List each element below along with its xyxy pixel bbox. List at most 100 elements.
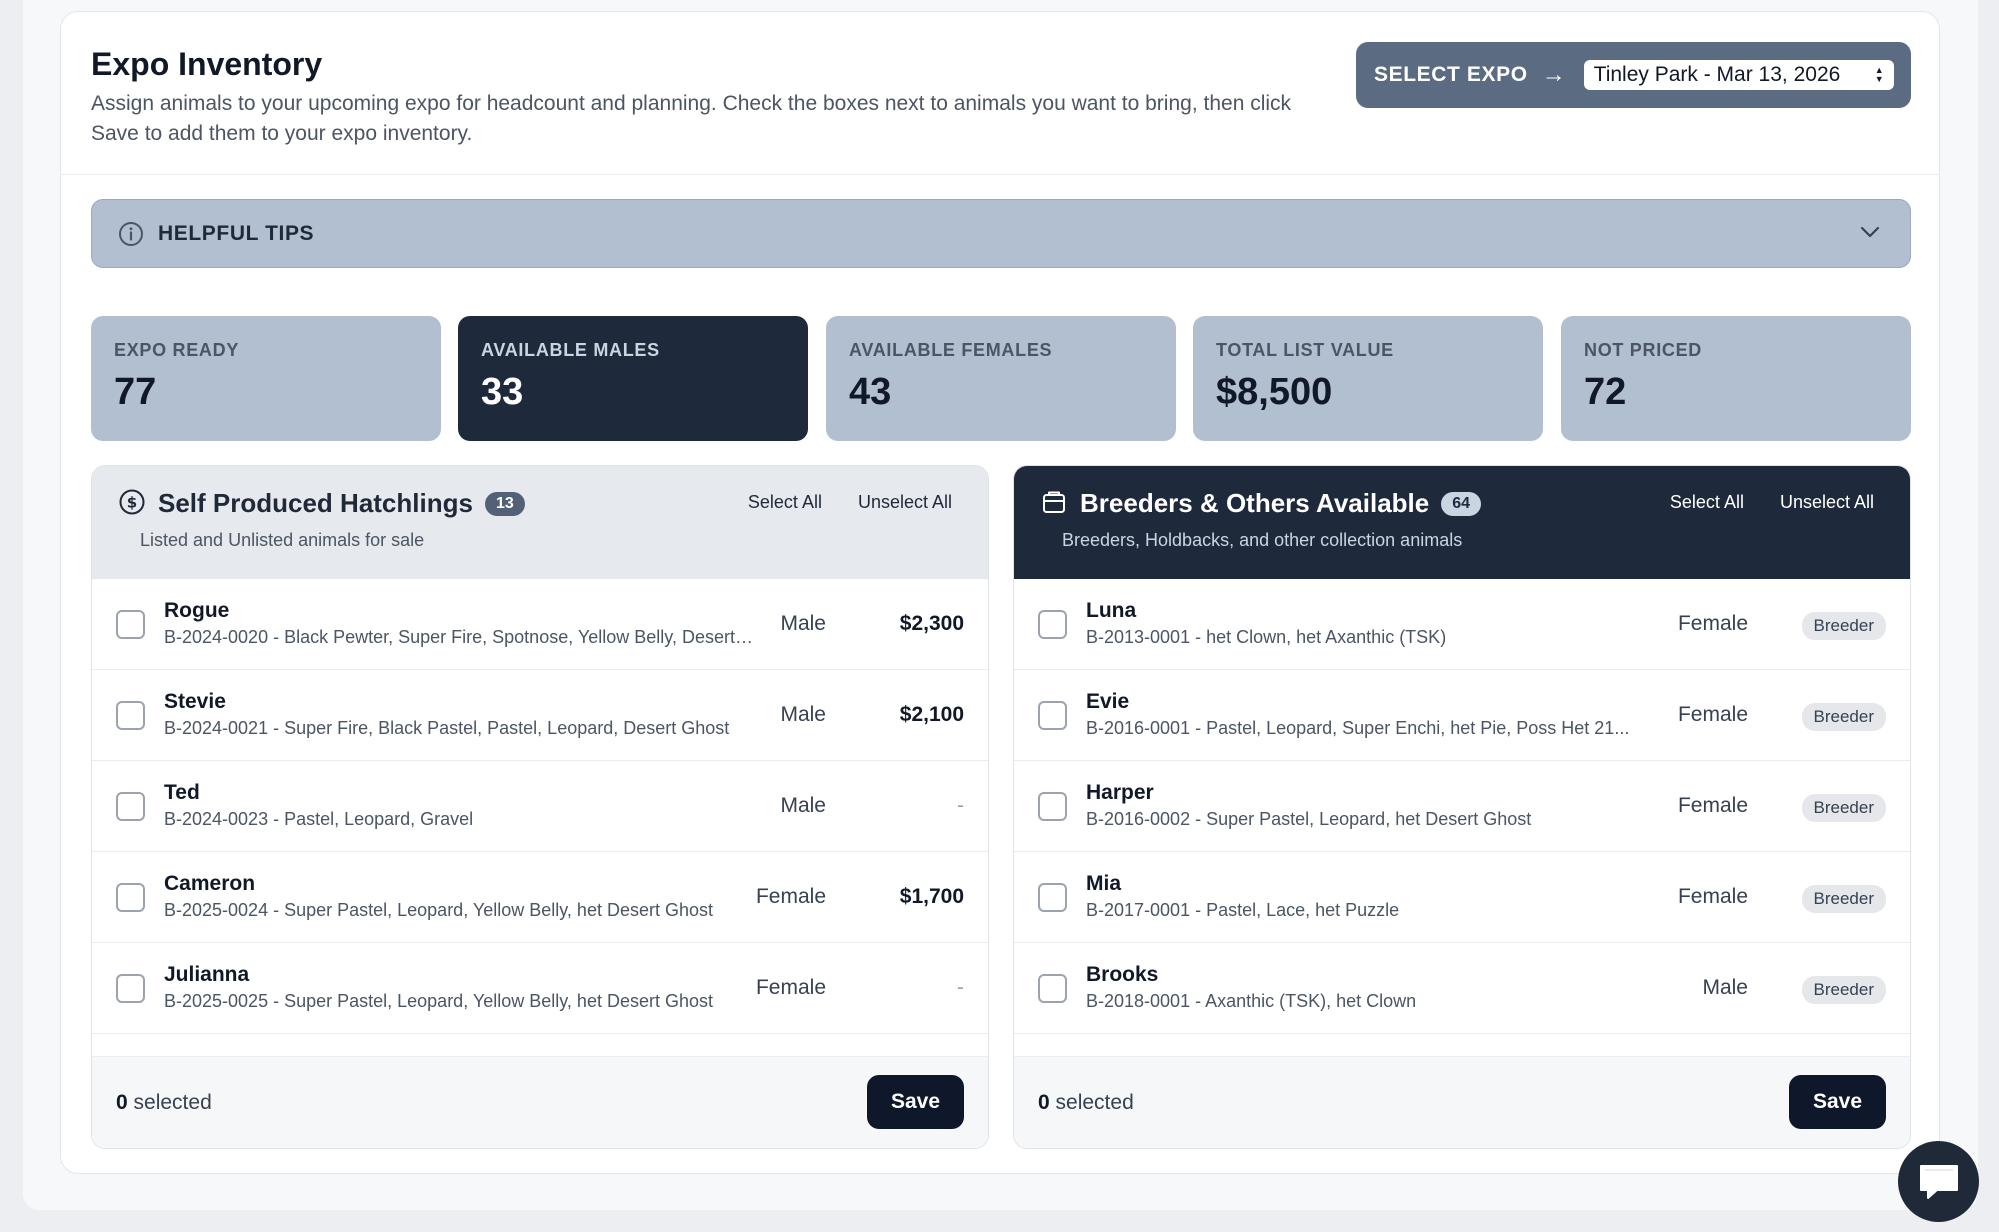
stat-label: TOTAL LIST VALUE <box>1216 340 1394 360</box>
select-checkbox[interactable] <box>1038 610 1067 639</box>
panel-actions: Select All Unselect All <box>748 492 952 513</box>
panel-title: Breeders & Others Available 64 <box>1080 488 1482 519</box>
animal-description: B-2013-0001 - het Clown, het Axanthic (T… <box>1086 627 1447 647</box>
breeder-badge: Breeder <box>1801 976 1886 1004</box>
stat-not-priced: NOT PRICED 72 <box>1561 316 1911 441</box>
animal-name: Ted <box>164 781 200 804</box>
animal-name: Evie <box>1086 690 1130 713</box>
animal-description: B-2016-0001 - Pastel, Leopard, Super Enc… <box>1086 718 1630 738</box>
animal-sex: Female <box>1677 885 1748 908</box>
select-checkbox[interactable] <box>116 883 145 912</box>
page-title: Expo Inventory <box>91 46 323 82</box>
save-button[interactable]: Save <box>867 1075 964 1129</box>
animal-price: - <box>957 976 964 999</box>
animal-description: B-2017-0001 - Pastel, Lace, het Puzzle <box>1086 900 1400 920</box>
breeders-others-panel: Breeders & Others Available 64 Breeders, … <box>1013 465 1911 1149</box>
selected-count: 0 selected <box>1038 1091 1134 1115</box>
select-checkbox[interactable] <box>116 701 145 730</box>
info-icon <box>119 221 143 246</box>
stat-value: 77 <box>114 371 157 413</box>
panel-header: $ Self Produced Hatchlings 13 Listed and … <box>92 466 988 579</box>
count-badge: 13 <box>484 492 525 516</box>
animal-description: B-2018-0001 - Axanthic (TSK), het Clown <box>1086 991 1417 1011</box>
breeder-badge: Breeder <box>1801 794 1886 822</box>
animal-sex: Female <box>1677 703 1748 726</box>
unselect-all-button[interactable]: Unselect All <box>858 492 952 513</box>
stat-label: AVAILABLE MALES <box>481 340 660 360</box>
count-badge: 64 <box>1441 492 1482 516</box>
animal-price: $1,700 <box>899 885 964 908</box>
expo-dropdown[interactable]: Tinley Park - Mar 13, 2026 ▲ ▼ <box>1583 60 1894 90</box>
select-checkbox[interactable] <box>1038 792 1067 821</box>
panel-title-text: Self Produced Hatchlings <box>158 488 473 518</box>
list-item: Ted B-2024-0023 - Pastel, Leopard, Grave… <box>92 761 988 852</box>
expo-dropdown-value: Tinley Park - Mar 13, 2026 <box>1593 63 1841 86</box>
selected-count-label: selected <box>133 1091 212 1114</box>
chat-icon <box>1919 1164 1958 1199</box>
page-description: Assign animals to your upcoming expo for… <box>91 92 1292 145</box>
select-checkbox[interactable] <box>1038 701 1067 730</box>
list-item: Cameron B-2025-0024 - Super Pastel, Leop… <box>92 852 988 943</box>
stat-total-list-value: TOTAL LIST VALUE $8,500 <box>1193 316 1543 441</box>
animal-name: Brooks <box>1086 963 1159 986</box>
animal-name: Cameron <box>164 872 256 895</box>
chevron-down-icon <box>1860 226 1880 238</box>
stat-label: EXPO READY <box>114 340 240 360</box>
list-item: Stevie B-2024-0021 - Super Fire, Black P… <box>92 670 988 761</box>
stat-available-males: AVAILABLE MALES 33 <box>458 316 808 441</box>
self-produced-hatchlings-panel: $ Self Produced Hatchlings 13 Listed and … <box>91 465 989 1149</box>
animal-price: $2,100 <box>899 703 964 726</box>
list-item: Mia B-2017-0001 - Pastel, Lace, het Puzz… <box>1014 852 1910 943</box>
header: Expo Inventory Assign animals to your up… <box>61 12 1939 175</box>
arrow-right-icon: → <box>1541 61 1566 88</box>
animal-price: $2,300 <box>899 612 964 635</box>
select-expo-control: SELECT EXPO → Tinley Park - Mar 13, 2026… <box>1356 42 1911 108</box>
svg-text:$: $ <box>127 494 137 512</box>
animal-name: Rogue <box>164 599 230 622</box>
animal-sex: Female <box>1677 794 1748 817</box>
animal-name: Julianna <box>164 963 250 986</box>
archive-box-icon <box>1043 491 1065 513</box>
animal-sex: Female <box>755 885 826 908</box>
select-all-button[interactable]: Select All <box>748 492 822 513</box>
select-checkbox[interactable] <box>1038 883 1067 912</box>
panel-title: Self Produced Hatchlings 13 <box>158 488 525 519</box>
animal-sex: Male <box>780 612 826 635</box>
panel-footer: 0 selected Save <box>1014 1056 1910 1148</box>
select-all-button[interactable]: Select All <box>1670 492 1744 513</box>
chat-button[interactable] <box>1898 1141 1979 1222</box>
panel-title-text: Breeders & Others Available <box>1080 488 1430 518</box>
unselect-all-button[interactable]: Unselect All <box>1780 492 1874 513</box>
selected-count-number: 0 <box>1038 1091 1050 1114</box>
stat-label: AVAILABLE FEMALES <box>849 340 1053 360</box>
stat-expo-ready: EXPO READY 77 <box>91 316 441 441</box>
select-checkbox[interactable] <box>1038 974 1067 1003</box>
select-checkbox[interactable] <box>116 792 145 821</box>
animal-name: Luna <box>1086 599 1137 622</box>
select-checkbox[interactable] <box>116 610 145 639</box>
stat-value: 43 <box>849 371 892 413</box>
list-item: Luna B-2013-0001 - het Clown, het Axanth… <box>1014 579 1910 670</box>
stat-available-females: AVAILABLE FEMALES 43 <box>826 316 1176 441</box>
breeder-badge: Breeder <box>1801 885 1886 913</box>
list-item: Brooks B-2018-0001 - Axanthic (TSK), het… <box>1014 943 1910 1034</box>
panel-footer: 0 selected Save <box>92 1056 988 1148</box>
helpful-tips-toggle[interactable]: HELPFUL TIPS <box>91 199 1911 268</box>
animal-description: B-2025-0024 - Super Pastel, Leopard, Yel… <box>164 900 713 920</box>
animal-sex: Female <box>1677 612 1748 635</box>
panel-subtitle: Breeders, Holdbacks, and other collectio… <box>1062 530 1463 550</box>
animal-description: B-2024-0021 - Super Fire, Black Pastel, … <box>164 718 730 738</box>
list-item: Harper B-2016-0002 - Super Pastel, Leopa… <box>1014 761 1910 852</box>
list-item: Julianna B-2025-0025 - Super Pastel, Leo… <box>92 943 988 1034</box>
dollar-circle-icon: $ <box>119 489 145 515</box>
select-expo-label: SELECT EXPO <box>1374 63 1528 86</box>
select-checkbox[interactable] <box>116 974 145 1003</box>
list-item: Rogue B-2024-0020 - Black Pewter, Super … <box>92 579 988 670</box>
animal-price: - <box>957 794 964 817</box>
save-button[interactable]: Save <box>1789 1075 1886 1129</box>
stats-row: EXPO READY 77 AVAILABLE MALES 33 AVAILAB… <box>91 316 1911 441</box>
animal-sex: Male <box>780 794 826 817</box>
selected-count-number: 0 <box>116 1091 128 1114</box>
stat-value: 72 <box>1584 371 1627 413</box>
breeder-badge: Breeder <box>1801 612 1886 640</box>
